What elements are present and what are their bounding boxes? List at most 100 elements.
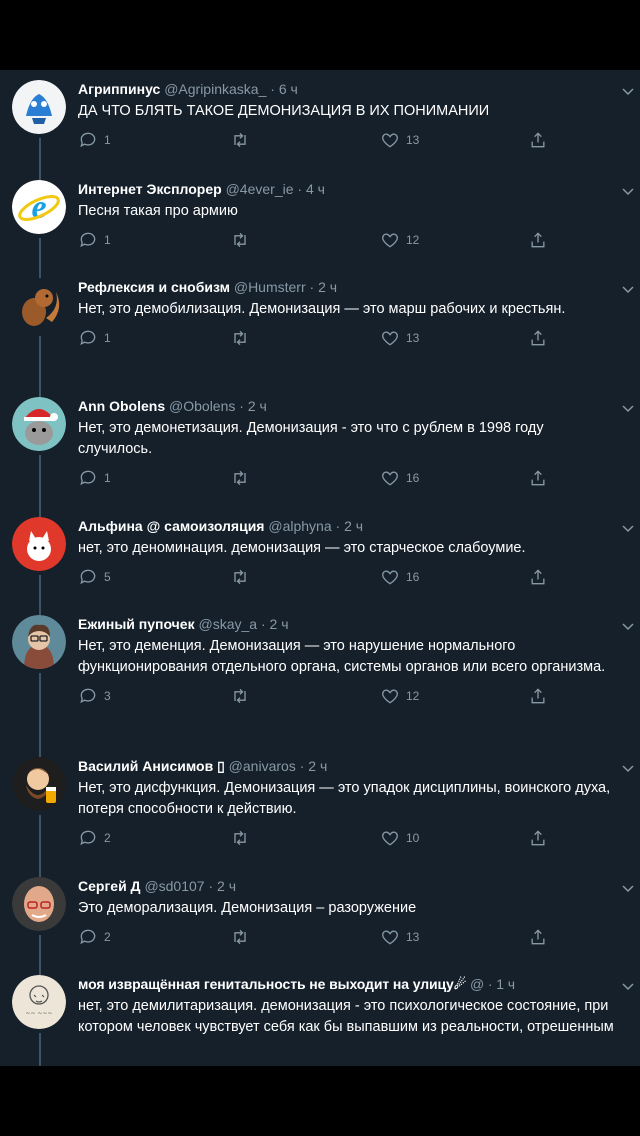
avatar[interactable]: e <box>12 180 66 234</box>
reply-button[interactable]: 1 <box>78 328 111 348</box>
share-button[interactable] <box>528 686 548 706</box>
thread-line <box>39 455 41 517</box>
retweet-button[interactable] <box>230 468 256 488</box>
tweet[interactable]: Ежиный пупочек @skay_a · 2 ч Нет, это де… <box>0 615 640 757</box>
chevron-down-icon[interactable] <box>620 979 636 995</box>
tweet[interactable]: Василий Анисимов ▯ @anivaros · 2 ч Нет, … <box>0 757 640 877</box>
tweet-text: нет, это демилитаризация. демонизация - … <box>78 998 614 1035</box>
retweet-button[interactable] <box>230 130 256 150</box>
avatar[interactable] <box>12 757 66 811</box>
like-button[interactable]: 13 <box>380 328 419 348</box>
user-handle[interactable]: @sd0107 <box>144 878 204 894</box>
timestamp[interactable]: 2 ч <box>270 616 289 632</box>
timestamp[interactable]: 1 ч <box>496 976 515 992</box>
reply-button[interactable]: 3 <box>78 686 111 706</box>
chevron-down-icon[interactable] <box>620 282 636 298</box>
user-handle[interactable]: @anivaros <box>229 758 296 774</box>
reply-button[interactable]: 5 <box>78 567 111 587</box>
avatar[interactable] <box>12 278 66 332</box>
user-handle[interactable]: @Humsterr <box>234 279 306 295</box>
timestamp[interactable]: 6 ч <box>279 81 298 97</box>
tweet[interactable]: Агриппинус @Agripinkaska_ · 6 ч ДА ЧТО Б… <box>0 80 640 208</box>
avatar[interactable] <box>12 397 66 451</box>
retweet-button[interactable] <box>230 328 256 348</box>
display-name[interactable]: Альфина @ самоизоляция <box>78 518 264 534</box>
chevron-down-icon[interactable] <box>620 881 636 897</box>
display-name[interactable]: Рефлексия и снобизм <box>78 279 230 295</box>
timestamp[interactable]: 2 ч <box>248 398 267 414</box>
tweet[interactable]: ~~ ~~~ моя извращённая генитальность не … <box>0 975 640 1066</box>
user-handle[interactable]: @Obolens <box>169 398 235 414</box>
like-button[interactable]: 13 <box>380 130 419 150</box>
display-name[interactable]: Ежиный пупочек <box>78 616 195 632</box>
separator-dot: · <box>239 398 244 414</box>
tweet-actions: 1 13 <box>78 130 616 160</box>
avatar[interactable] <box>12 517 66 571</box>
avatar[interactable] <box>12 615 66 669</box>
share-button[interactable] <box>528 468 548 488</box>
like-button[interactable]: 12 <box>380 230 419 250</box>
avatar[interactable] <box>12 80 66 134</box>
reply-button[interactable]: 1 <box>78 230 111 250</box>
retweet-button[interactable] <box>230 828 256 848</box>
retweet-button[interactable] <box>230 686 256 706</box>
chevron-down-icon[interactable] <box>620 184 636 200</box>
tweet[interactable]: Сергей Д @sd0107 · 2 ч Это деморализация… <box>0 877 640 975</box>
display-name[interactable]: моя извращённая генитальность не выходит… <box>78 976 466 992</box>
tweet[interactable]: Альфина @ самоизоляция @alphyna · 2 ч не… <box>0 517 640 615</box>
retweet-button[interactable] <box>230 567 256 587</box>
chevron-down-icon[interactable] <box>620 761 636 777</box>
share-button[interactable] <box>528 230 548 250</box>
retweet-icon <box>234 330 246 346</box>
heart-icon <box>382 689 398 704</box>
reply-icon <box>80 330 96 346</box>
like-button[interactable]: 12 <box>380 686 419 706</box>
user-handle[interactable]: @skay_a <box>199 616 258 632</box>
share-button[interactable] <box>528 130 548 150</box>
chevron-down-icon[interactable] <box>620 521 636 537</box>
tweet[interactable]: Ann Obolens @Obolens · 2 ч Нет, это демо… <box>0 397 640 517</box>
user-handle[interactable]: @ <box>470 976 484 992</box>
timestamp[interactable]: 2 ч <box>318 279 337 295</box>
share-button[interactable] <box>528 567 548 587</box>
display-name[interactable]: Сергей Д <box>78 878 141 894</box>
reply-button[interactable]: 2 <box>78 927 111 947</box>
like-count: 12 <box>406 689 420 703</box>
heart-icon <box>382 133 398 148</box>
tweet[interactable]: e Интернет Эксплорер @4ever_ie · 4 ч Пес… <box>0 180 640 278</box>
timestamp[interactable]: 2 ч <box>308 758 327 774</box>
like-button[interactable]: 13 <box>380 927 419 947</box>
user-handle[interactable]: @4ever_ie <box>226 181 294 197</box>
heart-icon <box>382 831 398 846</box>
retweet-button[interactable] <box>230 230 256 250</box>
avatar[interactable]: ~~ ~~~ <box>12 975 66 1029</box>
chevron-down-icon[interactable] <box>620 84 636 100</box>
chevron-down-icon[interactable] <box>620 619 636 635</box>
reply-count: 2 <box>104 930 111 944</box>
reply-count: 5 <box>104 570 111 584</box>
like-button[interactable]: 16 <box>380 567 419 587</box>
timestamp[interactable]: 2 ч <box>217 878 236 894</box>
reply-button[interactable]: 1 <box>78 468 111 488</box>
thread-line <box>39 336 41 398</box>
user-handle[interactable]: @Agripinkaska_ <box>164 81 266 97</box>
like-button[interactable]: 16 <box>380 468 419 488</box>
reply-button[interactable]: 2 <box>78 828 111 848</box>
like-button[interactable]: 10 <box>380 828 419 848</box>
display-name[interactable]: Василий Анисимов ▯ <box>78 758 225 774</box>
share-button[interactable] <box>528 828 548 848</box>
display-name[interactable]: Агриппинус <box>78 81 160 97</box>
chevron-down-icon[interactable] <box>620 401 636 417</box>
timestamp[interactable]: 4 ч <box>306 181 325 197</box>
display-name[interactable]: Ann Obolens <box>78 398 165 414</box>
reply-button[interactable]: 1 <box>78 130 111 150</box>
share-button[interactable] <box>528 328 548 348</box>
user-handle[interactable]: @alphyna <box>268 518 331 534</box>
avatar[interactable] <box>12 877 66 931</box>
tweet-actions: 2 13 <box>78 927 616 957</box>
tweet[interactable]: Рефлексия и снобизм @Humsterr · 2 ч Нет,… <box>0 278 640 398</box>
timestamp[interactable]: 2 ч <box>344 518 363 534</box>
share-button[interactable] <box>528 927 548 947</box>
display-name[interactable]: Интернет Эксплорер <box>78 181 222 197</box>
retweet-button[interactable] <box>230 927 256 947</box>
